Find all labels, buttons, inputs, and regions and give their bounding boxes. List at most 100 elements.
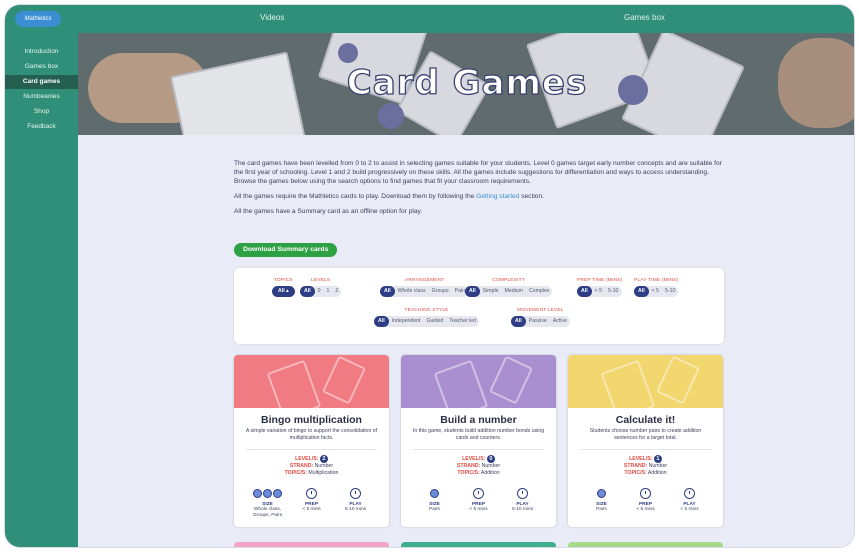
page-title: Card Games [346,62,588,103]
filter-option[interactable]: Complex [526,286,552,297]
card-stats: SIZE Whole class, Groups, Pairs PREP < 5 mi… [234,487,389,519]
filter-option[interactable]: 0 [315,286,324,297]
prep-stat: PREP < 5 mins [631,487,661,513]
filter-option[interactable]: Independent [389,316,424,327]
intro-paragraph: All the games have a Summary card as an … [234,208,423,215]
people-icon [430,489,439,498]
filter-option[interactable]: Groups [429,286,452,297]
card-image [234,355,389,408]
filter-option[interactable]: 2 [332,286,341,297]
size-stat: SIZE Whole class, Groups, Pairs [253,487,283,519]
clock-icon [684,488,695,499]
game-card-partial[interactable] [401,542,556,547]
divider [413,449,544,450]
filter-arrangement: ARRANGEMENT All Whole class Groups Pairs [380,278,470,297]
main-content: The card games have been levelled from 0… [78,135,854,547]
card-description: A simple variation of bingo to support t… [245,428,378,441]
filter-option[interactable]: All [374,316,389,327]
sidebar-item-games-box[interactable]: Games box [5,60,78,74]
hero-banner: Card Games [78,33,854,135]
size-stat: SIZE Pairs [587,487,617,513]
filter-prep-time: PREP TIME (MINS) All < 5 5-10 [577,278,623,297]
level-badge: 1 [653,455,662,463]
download-summary-cards-button[interactable]: Download Summary cards [234,243,338,257]
top-bar: Mathletics Videos Games box [5,5,854,33]
filter-option[interactable]: 5-10 [662,286,678,297]
game-card[interactable]: Bingo multiplication A simple variation o… [234,355,389,527]
sidebar-item-shop[interactable]: Shop [5,105,78,119]
people-icon [597,489,606,498]
sidebar-item-introduction[interactable]: Introduction [5,45,78,59]
card-title[interactable]: Build a number [401,414,556,426]
play-stat: PLAY < 5 mins [675,487,705,513]
clock-icon [640,488,651,499]
intro-text: The card games have been levelled from 0… [234,159,732,222]
filter-option[interactable]: Medium [502,286,526,297]
app-frame: Mathletics Videos Games box Introduction… [4,4,855,548]
intro-paragraph: All the games require the Mathletics car… [234,193,544,200]
level-badge: 0 [486,455,495,463]
card-image [568,355,723,408]
filter-option[interactable]: All [300,286,315,297]
nav-link-videos[interactable]: Videos [260,13,284,22]
getting-started-link[interactable]: Getting started [476,193,519,200]
card-meta: LEVEL/S: 1 STRAND: Number TOPIC/S: Additio… [623,455,668,476]
card-description: In this game, students build addition nu… [412,428,545,441]
game-card[interactable]: Build a number In this game, students bui… [401,355,556,527]
filter-option[interactable]: Passive [526,316,550,327]
level-badge: 2 [319,455,328,463]
people-icon [253,489,262,498]
topics-dropdown[interactable]: All ▴ [272,286,295,297]
card-meta: LEVEL/S: 0 STRAND: Number TOPIC/S: Additio… [456,455,501,476]
filter-option[interactable]: Simple [480,286,502,297]
prep-stat: PREP < 5 mins [464,487,494,513]
game-card[interactable]: Calculate it! Students choose number pair… [568,355,723,527]
card-title[interactable]: Bingo multiplication [234,414,389,426]
play-stat: PLAY 5-10 mins [508,487,538,513]
filter-option[interactable]: All [634,286,649,297]
game-card-partial[interactable] [568,542,723,547]
nav-link-games-box[interactable]: Games box [624,13,665,22]
hero-dot [338,43,358,63]
people-icon [273,489,282,498]
card-image [401,355,556,408]
filter-option[interactable]: All [465,286,480,297]
card-stats: SIZE Pairs PREP < 5 mins PLAY 5-10 mins [401,487,556,513]
clock-icon [517,488,528,499]
filter-option[interactable]: All [511,316,526,327]
clock-icon [473,488,484,499]
filter-topics: TOPICS All ▴ [272,278,295,297]
card-description: Students choose number pairs to create a… [589,428,702,441]
filter-option[interactable]: All [577,286,592,297]
card-meta: LEVEL/S: 2 STRAND: Number TOPIC/S: Multipl… [284,455,339,476]
card-stats: SIZE Pairs PREP < 5 mins PLAY < 5 mins [568,487,723,513]
people-icon [263,489,272,498]
filter-option[interactable]: 1 [324,286,333,297]
mathletics-logo[interactable]: Mathletics [15,11,61,27]
hero-dot [378,103,404,129]
size-stat: SIZE Pairs [420,487,450,513]
filter-levels: LEVELS All 0 1 2 [300,278,342,297]
clock-icon [306,488,317,499]
sidebar-item-feedback[interactable]: Feedback [5,120,78,134]
filter-option[interactable]: < 5 [592,286,605,297]
game-card-partial[interactable] [234,542,389,547]
filter-option[interactable]: 5-10 [605,286,621,297]
sidebar-item-card-games[interactable]: Card games [5,75,78,89]
card-title[interactable]: Calculate it! [568,414,723,426]
filter-play-time: PLAY TIME (MINS) All < 5 5-10 [634,278,679,297]
intro-paragraph: The card games have been levelled from 0… [234,160,722,185]
divider [246,449,377,450]
sidebar-item-numbeanies[interactable]: Numbeanies [5,90,78,104]
filter-option[interactable]: < 5 [649,286,662,297]
prep-stat: PREP < 5 mins [297,487,327,519]
divider [580,449,711,450]
filter-option[interactable]: Guided [424,316,447,327]
filter-movement-level: MOVEMENT LEVEL All Passive Active [511,308,570,327]
filter-option[interactable]: Active [550,316,570,327]
play-stat: PLAY 5-10 mins [341,487,371,519]
filter-option[interactable]: All [380,286,395,297]
sidebar: Introduction Games box Card games Numbeanie… [5,33,78,547]
filter-option[interactable]: Teacher led [446,316,479,327]
filter-option[interactable]: Whole class [395,286,429,297]
